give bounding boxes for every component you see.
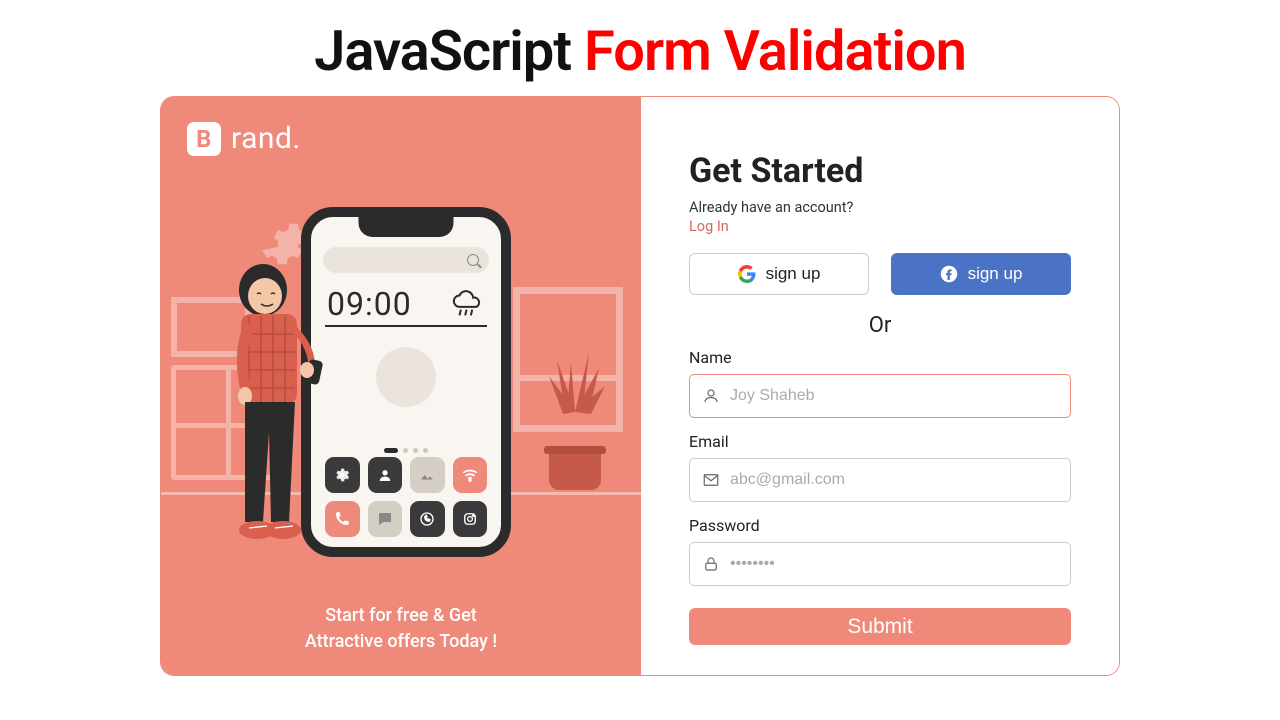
tagline-line-2: Attractive offers Today ! (161, 629, 641, 655)
google-icon (738, 265, 756, 283)
submit-button[interactable]: Submit (689, 608, 1071, 645)
password-field: Password (689, 516, 1071, 586)
whatsapp-app-icon (410, 501, 445, 537)
chat-app-icon (368, 501, 403, 537)
google-signup-button[interactable]: sign up (689, 253, 869, 295)
form-headline: Get Started (689, 151, 1071, 191)
name-input-wrap[interactable] (689, 374, 1071, 418)
hero-illustration: 09:00 (161, 187, 641, 585)
hero-tagline: Start for free & Get Attractive offers T… (161, 603, 641, 655)
already-account-text: Already have an account? (689, 199, 1071, 216)
facebook-signup-label: sign up (968, 264, 1023, 284)
email-field: Email (689, 432, 1071, 502)
google-signup-label: sign up (766, 264, 821, 284)
lock-icon (702, 555, 720, 573)
password-input[interactable] (730, 555, 1058, 573)
social-signup-row: sign up sign up (689, 253, 1071, 295)
email-label: Email (689, 432, 1071, 451)
person-illustration (201, 252, 331, 562)
photos-app-icon (410, 457, 445, 493)
facebook-signup-button[interactable]: sign up (891, 253, 1071, 295)
email-input[interactable] (730, 471, 1058, 489)
title-part-2: Form Validation (584, 18, 966, 84)
title-part-1: JavaScript (314, 18, 571, 84)
mail-icon (702, 471, 720, 489)
phone-mockup: 09:00 (301, 207, 511, 557)
phone-search-bar (323, 247, 489, 273)
name-label: Name (689, 348, 1071, 367)
signup-card: B rand. 09:00 (160, 96, 1120, 676)
form-panel: Get Started Already have an account? Log… (641, 97, 1119, 675)
page-title: JavaScript Form Validation (0, 0, 1280, 96)
email-input-wrap[interactable] (689, 458, 1071, 502)
brand-mark-icon: B (187, 122, 221, 156)
name-input[interactable] (730, 387, 1058, 405)
password-input-wrap[interactable] (689, 542, 1071, 586)
contacts-app-icon (368, 457, 403, 493)
wifi-app-icon (453, 457, 488, 493)
login-link[interactable]: Log In (689, 218, 1071, 235)
user-icon (702, 387, 720, 405)
name-field: Name (689, 348, 1071, 418)
plant-icon (535, 342, 615, 490)
hero-panel: B rand. 09:00 (161, 97, 641, 675)
tagline-line-1: Start for free & Get (161, 603, 641, 629)
phone-clock: 09:00 (327, 285, 412, 323)
or-divider: Or (689, 313, 1071, 338)
instagram-app-icon (453, 501, 488, 537)
facebook-icon (940, 265, 958, 283)
brand-logo: B rand. (187, 121, 615, 156)
weather-rain-icon (451, 289, 485, 319)
search-icon (467, 254, 479, 266)
brand-name: rand. (231, 121, 301, 156)
password-label: Password (689, 516, 1071, 535)
